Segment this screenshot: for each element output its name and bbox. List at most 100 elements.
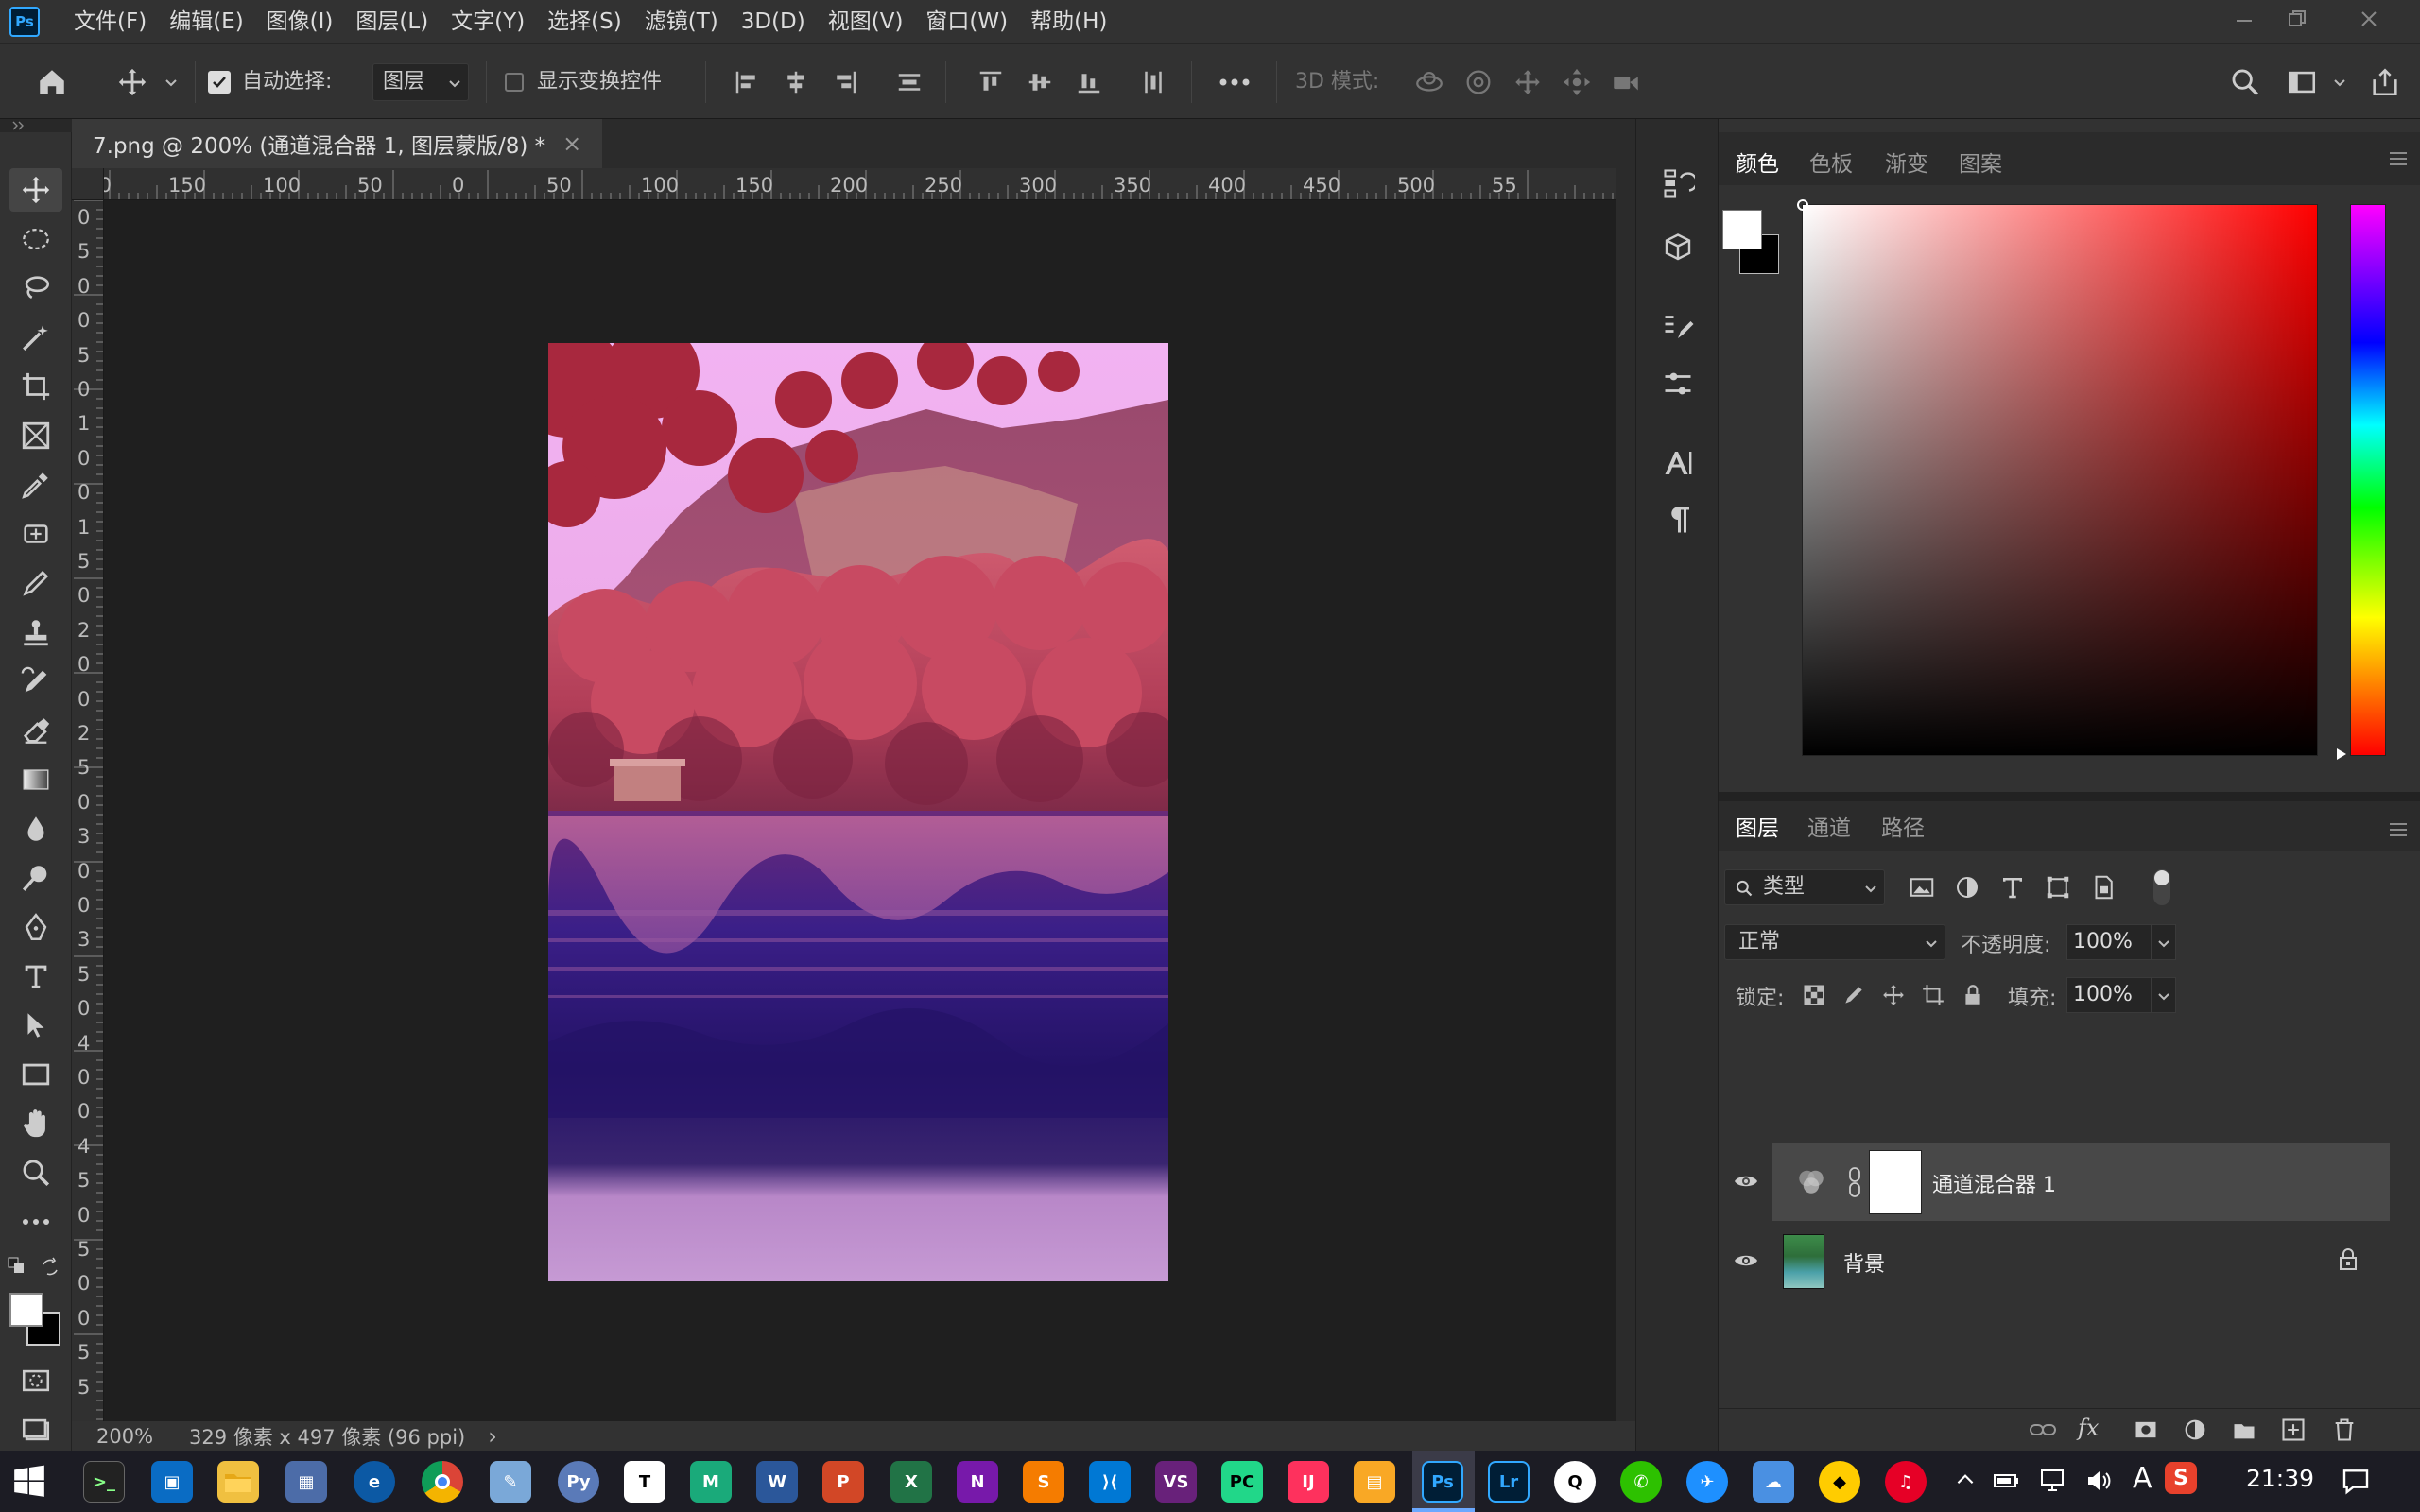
notepad-icon[interactable]: ✎ [490, 1461, 531, 1503]
wechat-icon[interactable]: ✆ [1620, 1461, 1662, 1503]
align-left-icon[interactable] [730, 44, 764, 120]
eyedropper-icon[interactable] [9, 463, 62, 507]
3d-orbit-icon[interactable] [1410, 44, 1448, 120]
netease-music-icon[interactable]: ♫ [1885, 1461, 1927, 1503]
menu-layer[interactable]: 图层(L) [344, 0, 440, 43]
tab-color[interactable]: 颜色 [1736, 146, 1779, 178]
file-explorer-icon[interactable] [217, 1461, 259, 1503]
menu-3d[interactable]: 3D(D) [730, 0, 817, 43]
align-center-h-icon[interactable] [779, 44, 813, 120]
screen-mode-icon[interactable] [9, 1408, 62, 1452]
status-menu-arrow[interactable]: › [488, 1423, 497, 1450]
ruler-origin[interactable] [72, 168, 104, 200]
tab-channels[interactable]: 通道 [1807, 807, 1851, 850]
auto-select-dropdown[interactable]: 图层 [372, 63, 469, 101]
gradient-icon[interactable] [9, 758, 62, 801]
notebook-icon[interactable]: ▤ [1354, 1461, 1395, 1503]
new-layer-icon[interactable] [2280, 1417, 2307, 1443]
align-bottom-icon[interactable] [1072, 44, 1106, 120]
ime-indicator[interactable]: A [2133, 1462, 2152, 1495]
share-icon[interactable] [2363, 44, 2407, 120]
lock-position-icon[interactable] [1881, 983, 1906, 1007]
layer-row[interactable]: 背景 [1719, 1223, 2390, 1298]
clash-icon[interactable]: ◆ [1819, 1461, 1860, 1503]
lock-artboard-icon[interactable] [1921, 983, 1945, 1007]
baidu-icon[interactable]: ☁ [1753, 1461, 1794, 1503]
document-tab[interactable]: 7.png @ 200% (通道混合器 1, 图层蒙版/8) * × [72, 119, 603, 168]
search-icon[interactable] [2223, 44, 2267, 120]
pen-icon[interactable] [9, 905, 62, 949]
home-icon[interactable] [28, 44, 76, 120]
notifications-icon[interactable] [2341, 1466, 2371, 1496]
path-select-icon[interactable] [9, 1004, 62, 1047]
edit-toolbar-icon[interactable] [9, 1200, 62, 1244]
background-layer-thumbnail[interactable] [1783, 1234, 1824, 1289]
tab-gradients[interactable]: 渐变 [1885, 146, 1928, 178]
edge-icon[interactable]: e [354, 1461, 395, 1503]
fill-slider-toggle[interactable] [2152, 977, 2176, 1013]
align-middle-v-icon[interactable] [1023, 44, 1057, 120]
layer-lock-icon[interactable] [2337, 1247, 2360, 1272]
calculator-icon[interactable]: ▦ [285, 1461, 327, 1503]
menu-help[interactable]: 帮助(H) [1019, 0, 1118, 43]
add-mask-icon[interactable] [2133, 1417, 2159, 1443]
lightroom-icon[interactable]: Lr [1488, 1461, 1530, 1503]
volume-icon[interactable] [2085, 1468, 2114, 1494]
pycharm-icon[interactable]: PC [1221, 1461, 1263, 1503]
eraser-icon[interactable] [9, 709, 62, 752]
menu-view[interactable]: 视图(V) [817, 0, 915, 43]
foreground-color-swatch[interactable] [9, 1293, 43, 1327]
panel-foreground-swatch[interactable] [1722, 210, 1762, 249]
healing-brush-icon[interactable] [9, 512, 62, 556]
hue-slider-handle[interactable] [2335, 747, 2348, 762]
filter-type-icon[interactable] [1998, 873, 2027, 902]
menu-file[interactable]: 文件(F) [62, 0, 158, 43]
lock-pixels-icon[interactable] [1841, 983, 1866, 1007]
quick-mask-icon[interactable] [9, 1359, 62, 1402]
remote-desktop-icon[interactable]: ▣ [151, 1461, 193, 1503]
tab-patterns[interactable]: 图案 [1959, 146, 2002, 178]
new-adjustment-icon[interactable] [2182, 1417, 2208, 1443]
chrome-icon[interactable] [422, 1461, 463, 1503]
history-brush-icon[interactable] [9, 660, 62, 703]
clock-time[interactable]: 21:39 [2246, 1465, 2314, 1492]
3d-roll-icon[interactable] [1460, 44, 1497, 120]
align-top-icon[interactable] [974, 44, 1008, 120]
opacity-slider-toggle[interactable] [2152, 924, 2176, 960]
python-icon[interactable]: Py [558, 1461, 599, 1503]
paragraph-panel-icon[interactable] [1653, 495, 1703, 544]
history-panel-icon[interactable] [1653, 159, 1703, 208]
expand-toolbar-icon[interactable] [11, 121, 26, 130]
powerpoint-icon[interactable]: P [822, 1461, 864, 1503]
brush-settings-icon[interactable] [1653, 302, 1703, 352]
windows-start-icon[interactable] [11, 1464, 47, 1500]
swap-colors-icon[interactable] [40, 1257, 60, 1278]
filter-toggle[interactable] [2153, 869, 2170, 905]
qq-icon[interactable]: Q [1554, 1461, 1596, 1503]
quick-select-icon[interactable] [9, 316, 62, 359]
mindmaster-icon[interactable]: M [690, 1461, 732, 1503]
clone-stamp-icon[interactable] [9, 610, 62, 654]
filter-smart-object-icon[interactable] [2089, 873, 2118, 902]
marquee-ellipse-icon[interactable] [9, 217, 62, 261]
vscode-icon[interactable]: ⟩⟨ [1089, 1461, 1131, 1503]
lasso-icon[interactable] [9, 266, 62, 310]
tab-layers[interactable]: 图层 [1736, 807, 1779, 850]
rectangle-icon[interactable] [9, 1053, 62, 1096]
distribute-h-icon[interactable] [1136, 44, 1170, 120]
move-tool-icon[interactable] [9, 168, 62, 212]
photoshop-icon[interactable]: Ps [1422, 1461, 1463, 1503]
zoom-icon[interactable] [9, 1151, 62, 1194]
close-window-button[interactable] [2342, 0, 2395, 38]
menu-type[interactable]: 文字(Y) [440, 0, 536, 43]
tray-chevron-icon[interactable] [1953, 1468, 1978, 1492]
mask-link-icon[interactable] [1847, 1166, 1862, 1198]
sogou-icon[interactable]: S [2165, 1462, 2197, 1494]
menu-filter[interactable]: 滤镜(T) [633, 0, 730, 43]
word-icon[interactable]: W [756, 1461, 798, 1503]
character-panel-icon[interactable] [1653, 438, 1703, 488]
layer-row[interactable]: 通道混合器 1 [1719, 1143, 2390, 1221]
frame-icon[interactable] [9, 414, 62, 457]
auto-select-checkbox[interactable] [208, 71, 231, 94]
zoom-level[interactable]: 200% [96, 1425, 182, 1448]
